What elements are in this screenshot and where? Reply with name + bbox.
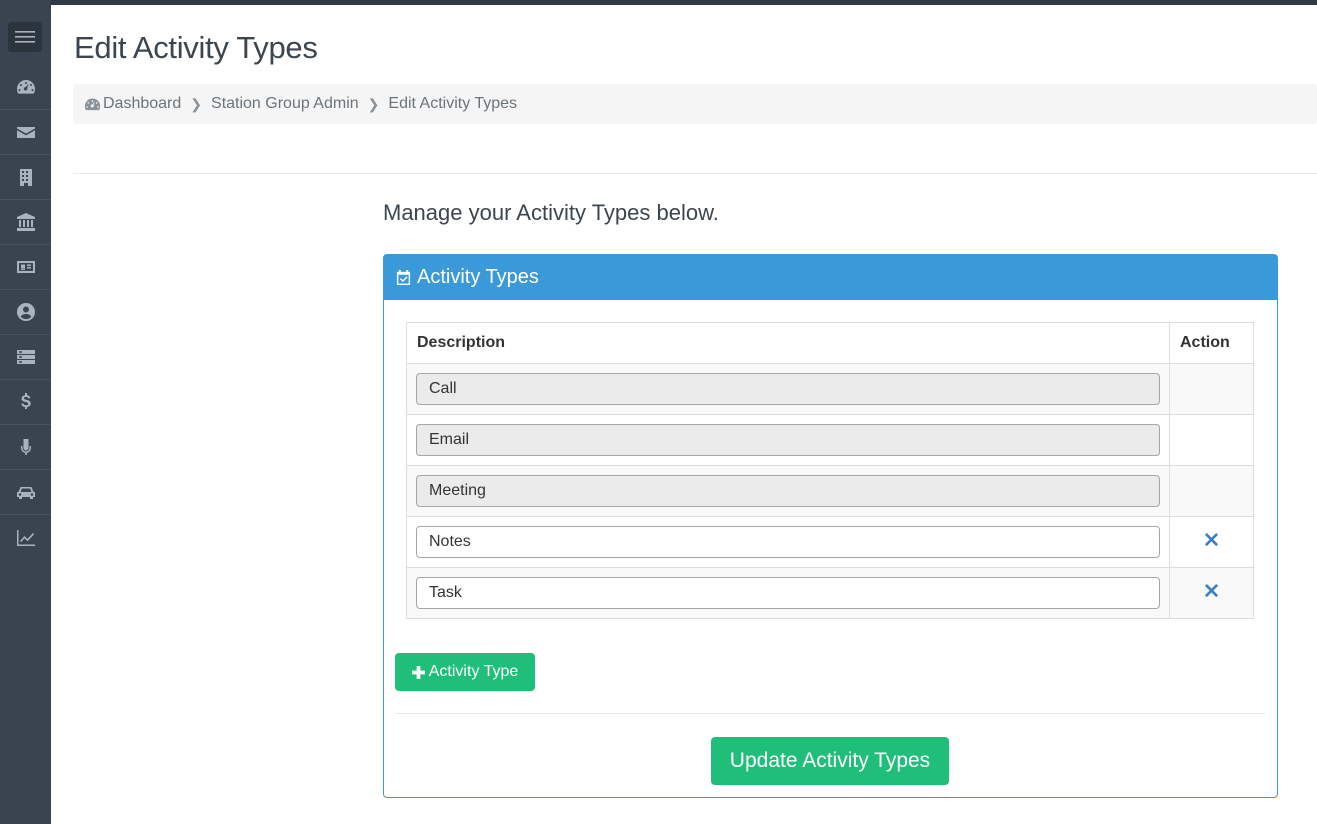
breadcrumb-current: Edit Activity Types	[388, 95, 518, 112]
table-row: Meeting	[406, 465, 1254, 517]
calendar-check-icon	[396, 270, 411, 285]
table-row: Task	[406, 567, 1254, 619]
user-circle-icon	[16, 303, 35, 321]
activity-type-field-email: Email	[416, 424, 1160, 456]
sidebar-item-audio[interactable]	[0, 425, 51, 470]
breadcrumb-link-dashboard[interactable]: Dashboard	[103, 95, 181, 113]
action-cell	[1169, 363, 1254, 415]
sidebar-item-contacts[interactable]	[0, 245, 51, 290]
update-activity-types-button[interactable]: Update Activity Types	[711, 737, 949, 785]
line-chart-icon	[16, 529, 35, 546]
id-card-icon	[16, 261, 35, 273]
server-icon	[16, 350, 35, 364]
chevron-right-icon: ❯	[367, 95, 380, 112]
remove-task-button[interactable]	[1204, 583, 1219, 598]
activity-type-field-meeting: Meeting	[416, 475, 1160, 507]
divider	[395, 713, 1266, 714]
top-bar	[0, 0, 1317, 5]
activity-type-field-notes[interactable]: Notes	[416, 526, 1160, 558]
panel-title: Activity Types	[417, 266, 539, 288]
sidebar-item-servers[interactable]	[0, 335, 51, 380]
sidebar-item-vehicles[interactable]	[0, 470, 51, 515]
intro-text: Manage your Activity Types below.	[383, 200, 719, 225]
table-row: Email	[406, 414, 1254, 466]
sidebar	[0, 0, 51, 824]
sidebar-item-reports[interactable]	[0, 515, 51, 560]
bank-icon	[16, 213, 35, 231]
close-icon	[1204, 532, 1219, 547]
action-cell	[1169, 465, 1254, 517]
activity-type-field-task[interactable]: Task	[416, 577, 1160, 609]
close-icon	[1204, 583, 1219, 598]
hamburger-icon	[15, 31, 35, 43]
building-icon	[19, 169, 32, 186]
sidebar-item-buildings[interactable]	[0, 155, 51, 200]
sidebar-item-dashboard[interactable]	[0, 65, 51, 110]
car-icon	[16, 487, 35, 499]
dashboard-icon	[84, 98, 101, 110]
divider	[73, 173, 1317, 174]
plus-icon	[411, 665, 425, 679]
panel-header: Activity Types	[384, 255, 1277, 300]
dollar-icon	[20, 393, 31, 409]
sidebar-item-mail[interactable]	[0, 110, 51, 155]
menu-toggle-button[interactable]	[8, 22, 42, 52]
remove-notes-button[interactable]	[1204, 532, 1219, 547]
add-activity-type-label: Activity Type	[428, 663, 519, 680]
breadcrumb-link-station-group-admin[interactable]: Station Group Admin	[211, 95, 359, 113]
table-row: Notes	[406, 516, 1254, 568]
add-activity-type-button[interactable]: Activity Type	[395, 653, 535, 691]
activity-types-panel: Activity Types Description Action Call E…	[383, 254, 1278, 798]
sidebar-item-billing[interactable]	[0, 380, 51, 425]
sidebar-item-users[interactable]	[0, 290, 51, 335]
column-header-action: Action	[1169, 322, 1254, 364]
column-header-description: Description	[406, 322, 1170, 364]
chevron-right-icon: ❯	[190, 95, 203, 112]
dashboard-icon	[16, 80, 35, 94]
activity-types-table: Description Action Call Email Meeting No…	[406, 322, 1254, 619]
page-title: Edit Activity Types	[74, 30, 318, 65]
action-cell	[1169, 414, 1254, 466]
activity-type-field-call: Call	[416, 373, 1160, 405]
envelope-icon	[16, 127, 35, 138]
table-row: Call	[406, 363, 1254, 415]
breadcrumb: Dashboard ❯ Station Group Admin ❯ Edit A…	[73, 84, 1317, 124]
microphone-icon	[20, 439, 31, 455]
sidebar-item-institutions[interactable]	[0, 200, 51, 245]
